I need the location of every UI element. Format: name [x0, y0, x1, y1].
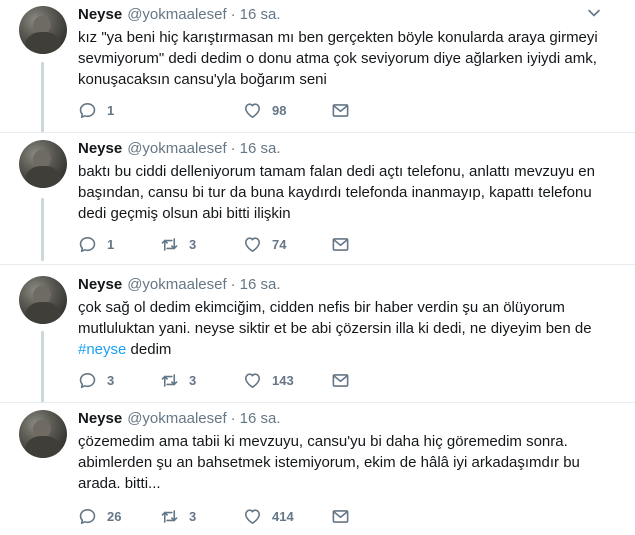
- tweet-header: Neyse @yokmaalesef · 16 sa.: [78, 410, 281, 430]
- display-name[interactable]: Neyse: [78, 276, 122, 293]
- retweet-button[interactable]: 3: [160, 505, 196, 527]
- tweet-header: Neyse @yokmaalesef · 16 sa.: [78, 276, 281, 296]
- tweet[interactable]: Neyse @yokmaalesef · 16 sa. baktı bu cid…: [0, 134, 635, 264]
- separator-dot: ·: [230, 276, 236, 293]
- tweet[interactable]: Neyse @yokmaalesef · 16 sa. çok sağ ol d…: [0, 270, 635, 405]
- reply-icon: [79, 236, 96, 252]
- like-button[interactable]: 143: [243, 369, 294, 391]
- heart-icon: [244, 102, 261, 118]
- avatar[interactable]: [19, 140, 67, 188]
- retweet-icon: [161, 509, 178, 523]
- retweet-count: 3: [189, 508, 197, 524]
- reply-count: 3: [107, 372, 115, 388]
- heart-icon: [244, 508, 261, 524]
- display-name[interactable]: Neyse: [78, 6, 122, 23]
- divider: [0, 264, 635, 265]
- display-name[interactable]: Neyse: [78, 410, 122, 427]
- retweet-icon: [161, 237, 178, 251]
- timestamp[interactable]: 16 sa.: [240, 140, 281, 157]
- tweet-text-body: çok sağ ol dedim ekimciğim, cidden nefis…: [78, 299, 592, 337]
- reply-icon: [79, 508, 96, 524]
- tweet[interactable]: Neyse @yokmaalesef · 16 sa. kız "ya beni…: [0, 0, 635, 132]
- like-button[interactable]: 414: [243, 505, 294, 527]
- reply-count: 1: [107, 236, 115, 252]
- reply-count: 26: [107, 508, 122, 524]
- reply-icon: [79, 372, 96, 388]
- tweet[interactable]: Neyse @yokmaalesef · 16 sa. çözemedim am…: [0, 404, 635, 535]
- envelope-icon: [332, 237, 349, 251]
- user-handle[interactable]: @yokmaalesef: [127, 410, 226, 427]
- tweet-text: çok sağ ol dedim ekimciğim, cidden nefis…: [78, 297, 618, 360]
- tweet-text: kız "ya beni hiç karıştırmasan mı ben ge…: [78, 29, 598, 88]
- dm-button[interactable]: [331, 505, 350, 527]
- dm-button[interactable]: [331, 233, 350, 255]
- reply-button[interactable]: 26: [78, 505, 121, 527]
- heart-icon: [244, 372, 261, 388]
- display-name[interactable]: Neyse: [78, 140, 122, 157]
- timestamp[interactable]: 16 sa.: [240, 276, 281, 293]
- retweet-count: 3: [189, 236, 197, 252]
- like-count: 74: [272, 236, 287, 252]
- retweet-count: 3: [189, 372, 197, 388]
- like-button[interactable]: 98: [243, 99, 286, 121]
- envelope-icon: [332, 103, 349, 117]
- divider: [0, 402, 635, 403]
- user-handle[interactable]: @yokmaalesef: [127, 140, 226, 157]
- like-button[interactable]: 74: [243, 233, 286, 255]
- like-count: 414: [272, 508, 294, 524]
- user-handle[interactable]: @yokmaalesef: [127, 6, 226, 23]
- reply-icon: [79, 102, 96, 118]
- tweet-header: Neyse @yokmaalesef · 16 sa.: [78, 140, 281, 160]
- tweet-header: Neyse @yokmaalesef · 16 sa.: [78, 6, 281, 26]
- envelope-icon: [332, 509, 349, 523]
- envelope-icon: [332, 373, 349, 387]
- retweet-button[interactable]: 3: [160, 369, 196, 391]
- dm-button[interactable]: [331, 369, 350, 391]
- timestamp[interactable]: 16 sa.: [240, 410, 281, 427]
- separator-dot: ·: [230, 6, 236, 23]
- chevron-down-icon[interactable]: [587, 6, 601, 20]
- separator-dot: ·: [230, 410, 236, 427]
- reply-count: 1: [107, 102, 115, 118]
- tweet-text-tail: dedim: [126, 341, 172, 358]
- hashtag-link[interactable]: #neyse: [78, 341, 126, 358]
- timestamp[interactable]: 16 sa.: [240, 6, 281, 23]
- avatar[interactable]: [19, 276, 67, 324]
- user-handle[interactable]: @yokmaalesef: [127, 276, 226, 293]
- tweet-text: çözemedim ama tabii ki mevzuyu, cansu'yu…: [78, 433, 580, 492]
- divider: [0, 132, 635, 133]
- avatar[interactable]: [19, 410, 67, 458]
- heart-icon: [244, 236, 261, 252]
- separator-dot: ·: [230, 140, 236, 157]
- retweet-icon: [161, 373, 178, 387]
- reply-button[interactable]: 1: [78, 233, 114, 255]
- like-count: 143: [272, 372, 294, 388]
- dm-button[interactable]: [331, 99, 350, 121]
- tweet-text: baktı bu ciddi delleniyorum tamam falan …: [78, 163, 595, 222]
- retweet-button[interactable]: 3: [160, 233, 196, 255]
- like-count: 98: [272, 102, 287, 118]
- avatar[interactable]: [19, 6, 67, 54]
- reply-button[interactable]: 1: [78, 99, 114, 121]
- reply-button[interactable]: 3: [78, 369, 114, 391]
